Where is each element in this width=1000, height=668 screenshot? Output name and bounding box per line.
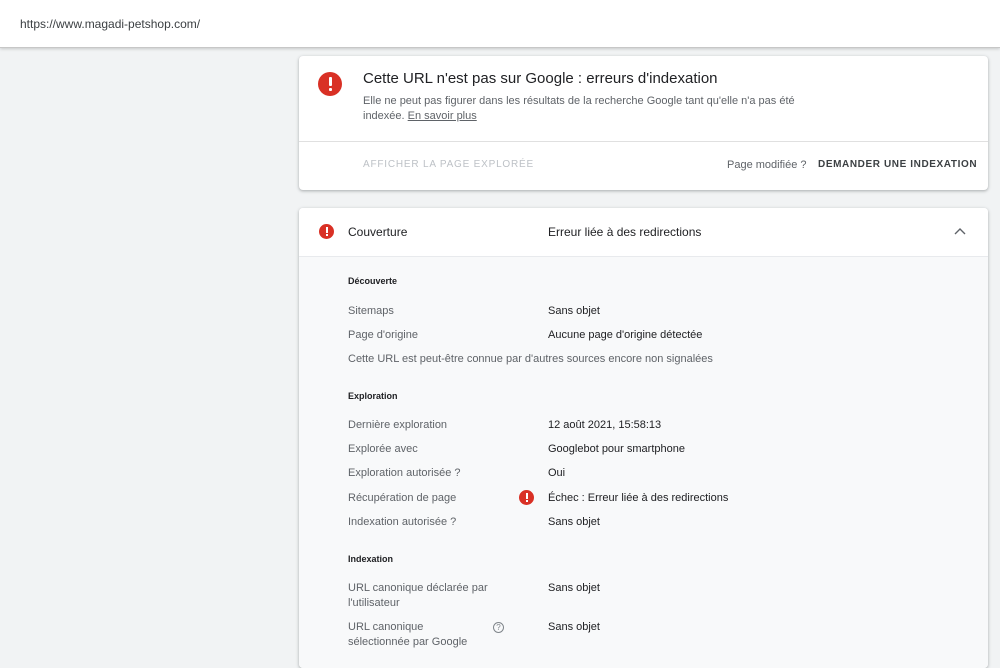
user-canonical-label-line2: l'utilisateur <box>348 597 400 609</box>
referring-page-label: Page d'origine <box>348 329 418 341</box>
indexing-allowed-label: Indexation autorisée ? <box>348 516 457 528</box>
crawl-allowed-value: Oui <box>548 467 566 479</box>
crawl-allowed-label: Exploration autorisée ? <box>348 467 461 479</box>
section-heading-discovery: Découverte <box>348 276 398 286</box>
coverage-card: Couverture Erreur liée à des redirection… <box>299 208 988 668</box>
inspected-url[interactable]: https://www.magadi-petshop.com/ <box>20 17 200 31</box>
crawled-as-label: Explorée avec <box>348 443 418 455</box>
view-crawled-page-button[interactable]: AFFICHER LA PAGE EXPLORÉE <box>363 159 534 170</box>
page-modified-question: Page modifiée ? <box>727 159 807 171</box>
google-canonical-label-line2: sélectionnée par Google <box>348 636 468 648</box>
coverage-header[interactable]: Couverture Erreur liée à des redirection… <box>299 208 988 257</box>
google-canonical-label-line1: URL canonique <box>348 621 424 633</box>
user-canonical-label-line1: URL canonique déclarée par <box>348 582 488 594</box>
status-title: Cette URL n'est pas sur Google : erreurs… <box>363 70 718 87</box>
error-icon <box>319 224 334 239</box>
coverage-label: Couverture <box>348 225 408 239</box>
page-fetch-label: Récupération de page <box>348 492 457 504</box>
error-icon <box>519 490 534 505</box>
page-fetch-value: Échec : Erreur liée à des redirections <box>548 492 729 504</box>
user-canonical-value: Sans objet <box>548 582 600 594</box>
section-heading-indexing: Indexation <box>348 554 394 564</box>
crawled-as-value: Googlebot pour smartphone <box>548 443 685 455</box>
last-crawl-label: Dernière exploration <box>348 419 448 431</box>
help-icon[interactable]: ? <box>493 622 504 633</box>
indexing-status-card: Cette URL n'est pas sur Google : erreurs… <box>299 56 988 190</box>
error-icon <box>318 72 342 96</box>
last-crawl-value: 12 août 2021, 15:58:13 <box>548 419 662 431</box>
referring-page-value: Aucune page d'origine détectée <box>548 329 703 341</box>
coverage-value: Erreur liée à des redirections <box>548 225 702 239</box>
chevron-up-icon[interactable] <box>954 224 966 238</box>
status-description: Elle ne peut pas figurer dans les résult… <box>363 94 803 124</box>
indexing-allowed-value: Sans objet <box>548 516 600 528</box>
sitemaps-label: Sitemaps <box>348 305 394 317</box>
google-canonical-value: Sans objet <box>548 621 600 633</box>
discovery-note: Cette URL est peut-être connue par d'aut… <box>348 353 713 365</box>
address-bar: https://www.magadi-petshop.com/ <box>0 0 1000 48</box>
coverage-details: Découverte Sitemaps Sans objet Page d'or… <box>299 257 988 668</box>
google-canonical-label: URL canonique sélectionnée par Google <box>348 620 467 650</box>
user-canonical-label: URL canonique déclarée par l'utilisateur <box>348 581 488 611</box>
sitemaps-value: Sans objet <box>548 305 600 317</box>
learn-more-link[interactable]: En savoir plus <box>408 110 477 122</box>
section-heading-crawl: Exploration <box>348 391 398 401</box>
request-indexing-button[interactable]: DEMANDER UNE INDEXATION <box>818 159 977 170</box>
divider <box>299 141 988 142</box>
